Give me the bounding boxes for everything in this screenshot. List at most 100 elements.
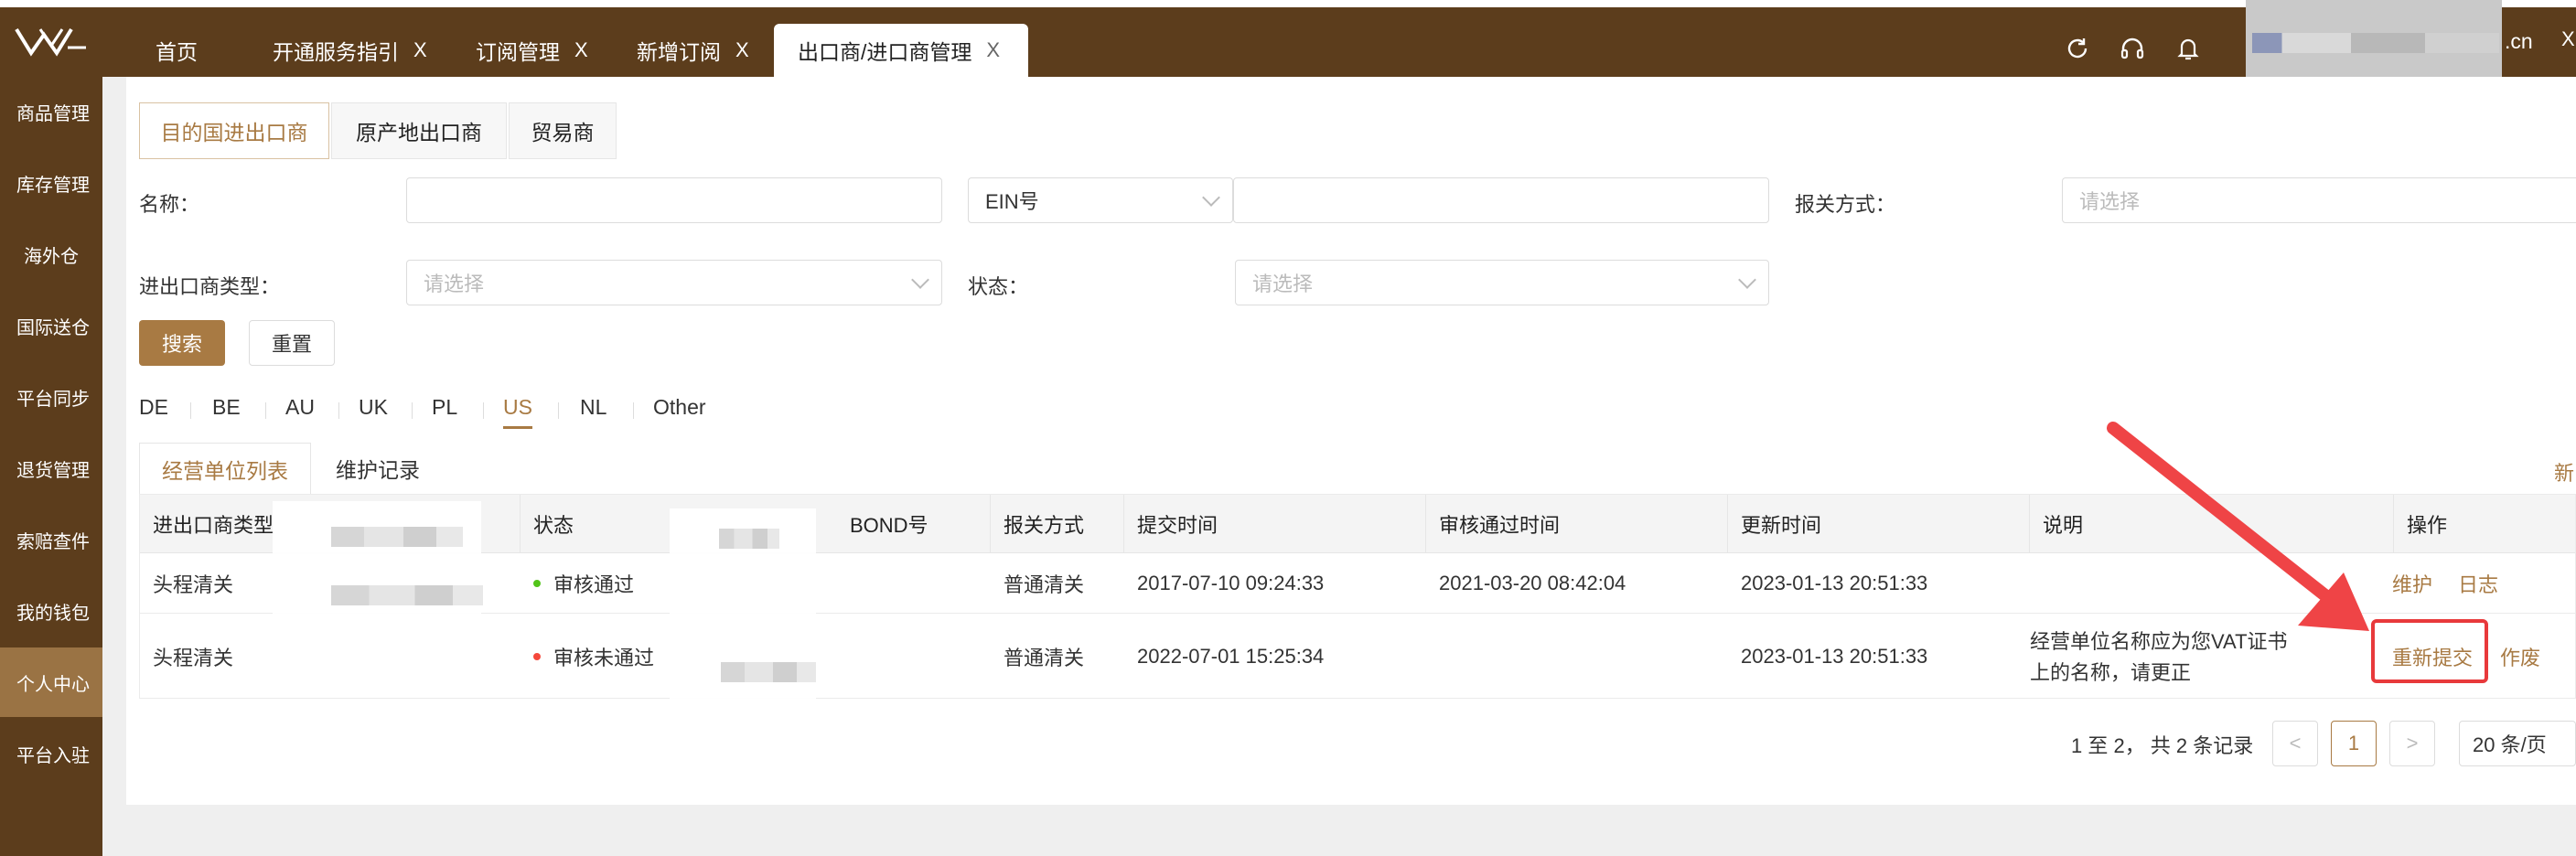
status-text: 审核通过 [553,573,635,596]
sidebar-item-label: 退货管理 [16,460,90,481]
close-icon[interactable]: X [2561,27,2575,51]
column-header: 提交时间 [1124,495,1426,553]
sidebar-item-wallet[interactable]: 我的钱包 [0,576,102,646]
tab-label: 目的国进出口商 [160,121,308,144]
note-line: 上的名称，请更正 [2030,661,2192,684]
column-header: 报关方式 [991,495,1124,553]
tab-home[interactable]: 首页 [156,24,198,77]
country-tab-de[interactable]: DE [139,395,168,420]
pagination-info: 1 至 2， 共 2 条记录 [2071,734,2254,757]
page-size-select[interactable]: 20 条/页 [2459,721,2576,766]
divider [483,402,484,419]
customs-cell: 普通清关 [1004,573,1085,596]
reset-button[interactable]: 重置 [249,320,335,366]
sidebar-item-label: 平台入驻 [16,745,90,766]
close-icon[interactable]: X [735,38,749,62]
country-tab-pl[interactable]: PL [432,395,457,420]
close-icon[interactable]: X [413,38,427,62]
reset-button-label: 重置 [271,333,312,356]
country-tab-au[interactable]: AU [285,395,315,420]
close-icon[interactable]: X [986,38,1000,62]
sidebar-item-label: 索赔查件 [16,531,90,552]
user-domain-suffix: .cn [2505,29,2533,53]
next-page-button[interactable]: > [2389,721,2435,766]
new-button[interactable]: 新 [2554,457,2574,487]
importer-type-cell: 头程清关 [153,647,234,669]
sidebar-item-overseas-warehouse[interactable]: 海外仓 [0,219,102,289]
void-button[interactable]: 作废 [2500,614,2540,700]
tab-trader[interactable]: 贸易商 [509,102,617,159]
customs-cell: 普通清关 [1004,647,1085,669]
sidebar-item-inventory[interactable]: 库存管理 [0,148,102,218]
ein-input[interactable] [1233,177,1769,223]
tab-exporter-importer[interactable]: 出口商/进口商管理 X [774,24,1028,77]
importer-type-select[interactable]: 请选择 [406,260,942,305]
divider [558,402,559,419]
tab-label: 首页 [156,40,198,64]
status-label: 状态： [968,275,1029,298]
redaction-overlay [273,501,481,637]
prev-page-button[interactable]: < [2272,721,2318,766]
log-button[interactable]: 日志 [2458,553,2498,614]
status-select[interactable]: 请选择 [1235,260,1769,305]
tab-destination-importer[interactable]: 目的国进出口商 [139,102,329,159]
sidebar-item-platform-onboarding[interactable]: 平台入驻 [0,719,102,788]
customs-method-select[interactable]: 请选择 [2062,177,2576,223]
customs-method-label: 报关方式： [1795,193,1896,216]
divider [633,402,634,419]
tab-new-subscription[interactable]: 新增订阅 X [637,24,749,77]
avatar [2252,33,2499,53]
status-cell: 审核通过 [533,553,634,614]
refresh-icon[interactable] [2064,35,2091,62]
country-tab-be[interactable]: BE [212,395,241,420]
importer-type-label: 进出口商类型： [139,275,281,298]
column-header: BOND号 [837,495,991,553]
tab-label: 出口商/进口商管理 [798,40,972,64]
name-label: 名称： [139,193,200,216]
page-size-value: 20 条/页 [2473,733,2547,756]
column-header: 更新时间 [1728,495,2030,553]
chevron-down-icon [1738,271,1756,289]
divider [412,402,413,419]
tab-business-unit-list[interactable]: 经营单位列表 [139,443,311,494]
country-tab-other[interactable]: Other [653,395,706,420]
sidebar: 商品管理 库存管理 海外仓 国际送仓 平台同步 退货管理 索赔查件 我的钱包 个… [0,77,102,856]
logo-icon[interactable] [13,22,90,62]
close-icon[interactable]: X [574,38,588,62]
bell-icon[interactable] [2174,35,2202,62]
tab-label: 维护记录 [336,458,420,482]
headset-icon[interactable] [2119,35,2146,62]
submitted-time-cell: 2022-07-01 15:25:34 [1137,645,1325,668]
status-placeholder: 请选择 [1252,273,1314,295]
ein-select[interactable]: EIN号 [968,177,1233,223]
redaction-overlay [721,662,816,682]
tab-maintenance-log[interactable]: 维护记录 [317,443,439,494]
name-input[interactable] [406,177,942,223]
column-header: 说明 [2030,495,2394,553]
tab-service-guide[interactable]: 开通服务指引 X [273,24,427,77]
importer-type-placeholder: 请选择 [424,273,485,295]
sidebar-item-claims[interactable]: 索赔查件 [0,505,102,574]
page-1-button[interactable]: 1 [2331,721,2377,766]
table-row: 头程清关 审核通过 普通清关 2017-07-10 09:24:33 2021-… [140,553,2575,614]
country-tab-us[interactable]: US [503,395,532,420]
tab-origin-exporter[interactable]: 原产地出口商 [331,102,507,159]
sidebar-item-returns[interactable]: 退货管理 [0,433,102,503]
divider [338,402,339,419]
sidebar-item-platform-sync[interactable]: 平台同步 [0,362,102,432]
maintain-button[interactable]: 维护 [2392,553,2432,614]
importer-type-cell: 头程清关 [153,573,234,596]
sidebar-item-personal-center[interactable]: 个人中心 [0,647,102,717]
search-button-label: 搜索 [161,333,202,356]
tab-subscription[interactable]: 订阅管理 X [476,24,588,77]
tab-label: 开通服务指引 [273,40,399,64]
chevron-down-icon [911,271,929,289]
sidebar-item-international-delivery[interactable]: 国际送仓 [0,291,102,360]
sidebar-item-products[interactable]: 商品管理 [0,77,102,146]
country-tab-nl[interactable]: NL [580,395,606,420]
tab-label: 贸易商 [531,121,595,144]
updated-time-cell: 2023-01-13 20:51:33 [1741,645,1928,668]
search-button[interactable]: 搜索 [139,320,225,366]
country-tab-uk[interactable]: UK [359,395,388,420]
redaction-overlay [331,585,483,605]
